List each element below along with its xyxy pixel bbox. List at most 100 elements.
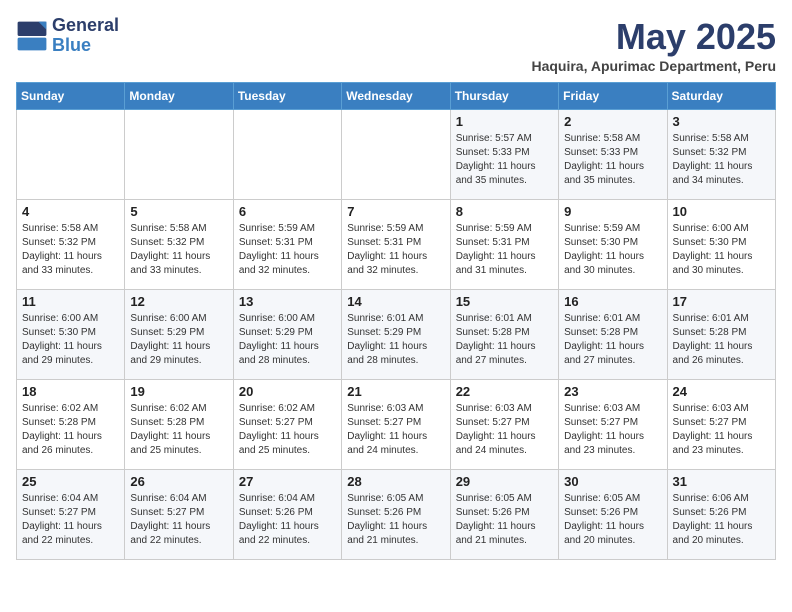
day-info: Sunrise: 6:04 AMSunset: 5:27 PMDaylight:… — [22, 492, 119, 548]
page-header: General Blue May 2025 Haquira, Apurimac … — [16, 16, 776, 74]
logo: General Blue — [16, 16, 119, 56]
day-info: Sunrise: 6:04 AMSunset: 5:26 PMDaylight:… — [239, 492, 336, 548]
day-number: 4 — [22, 204, 119, 219]
calendar-cell: 5 Sunrise: 5:58 AMSunset: 5:32 PMDaylight… — [125, 200, 233, 290]
calendar-cell: 17 Sunrise: 6:01 AMSunset: 5:28 PMDayligh… — [667, 290, 775, 380]
calendar-cell: 21 Sunrise: 6:03 AMSunset: 5:27 PMDayligh… — [342, 380, 450, 470]
day-number: 21 — [347, 384, 444, 399]
day-number: 31 — [673, 474, 770, 489]
calendar-cell: 27Sunrise: 6:04 AMSunset: 5:26 PMDayligh… — [233, 470, 341, 560]
day-info: Sunrise: 6:03 AMSunset: 5:27 PMDaylight:… — [456, 402, 553, 458]
calendar-cell — [17, 110, 125, 200]
day-number: 20 — [239, 384, 336, 399]
calendar-cell: 19 Sunrise: 6:02 AMSunset: 5:28 PMDayligh… — [125, 380, 233, 470]
weekday-header-saturday: Saturday — [667, 83, 775, 110]
calendar-cell: 25 Sunrise: 6:04 AMSunset: 5:27 PMDayligh… — [17, 470, 125, 560]
calendar-cell: 11 Sunrise: 6:00 AMSunset: 5:30 PMDayligh… — [17, 290, 125, 380]
day-info: Sunrise: 6:01 AMSunset: 5:28 PMDaylight:… — [564, 312, 661, 368]
day-info: Sunrise: 5:59 AMSunset: 5:31 PMDaylight:… — [456, 222, 553, 278]
week-row-3: 11 Sunrise: 6:00 AMSunset: 5:30 PMDayligh… — [17, 290, 776, 380]
calendar-cell: 29 Sunrise: 6:05 AMSunset: 5:26 PMDayligh… — [450, 470, 558, 560]
month-title: May 2025 — [531, 16, 776, 58]
day-number: 17 — [673, 294, 770, 309]
day-number: 5 — [130, 204, 227, 219]
week-row-5: 25 Sunrise: 6:04 AMSunset: 5:27 PMDayligh… — [17, 470, 776, 560]
calendar-cell: 14Sunrise: 6:01 AMSunset: 5:29 PMDayligh… — [342, 290, 450, 380]
day-number: 16 — [564, 294, 661, 309]
day-info: Sunrise: 6:01 AMSunset: 5:28 PMDaylight:… — [673, 312, 770, 368]
week-row-2: 4 Sunrise: 5:58 AMSunset: 5:32 PMDaylight… — [17, 200, 776, 290]
day-info: Sunrise: 6:04 AMSunset: 5:27 PMDaylight:… — [130, 492, 227, 548]
weekday-header-monday: Monday — [125, 83, 233, 110]
day-number: 11 — [22, 294, 119, 309]
calendar-cell — [342, 110, 450, 200]
day-number: 29 — [456, 474, 553, 489]
day-number: 10 — [673, 204, 770, 219]
day-number: 18 — [22, 384, 119, 399]
day-number: 23 — [564, 384, 661, 399]
day-info: Sunrise: 5:59 AMSunset: 5:31 PMDaylight:… — [347, 222, 444, 278]
day-number: 26 — [130, 474, 227, 489]
weekday-header-tuesday: Tuesday — [233, 83, 341, 110]
day-info: Sunrise: 6:00 AMSunset: 5:30 PMDaylight:… — [673, 222, 770, 278]
calendar-cell: 18 Sunrise: 6:02 AMSunset: 5:28 PMDayligh… — [17, 380, 125, 470]
day-info: Sunrise: 6:01 AMSunset: 5:28 PMDaylight:… — [456, 312, 553, 368]
calendar-cell: 1 Sunrise: 5:57 AMSunset: 5:33 PMDaylight… — [450, 110, 558, 200]
calendar-cell: 12 Sunrise: 6:00 AMSunset: 5:29 PMDayligh… — [125, 290, 233, 380]
calendar-cell: 13 Sunrise: 6:00 AMSunset: 5:29 PMDayligh… — [233, 290, 341, 380]
day-number: 7 — [347, 204, 444, 219]
weekday-header-thursday: Thursday — [450, 83, 558, 110]
day-number: 19 — [130, 384, 227, 399]
day-info: Sunrise: 6:02 AMSunset: 5:27 PMDaylight:… — [239, 402, 336, 458]
day-number: 9 — [564, 204, 661, 219]
day-info: Sunrise: 6:05 AMSunset: 5:26 PMDaylight:… — [564, 492, 661, 548]
week-row-1: 1 Sunrise: 5:57 AMSunset: 5:33 PMDaylight… — [17, 110, 776, 200]
day-info: Sunrise: 6:02 AMSunset: 5:28 PMDaylight:… — [130, 402, 227, 458]
calendar-cell: 15 Sunrise: 6:01 AMSunset: 5:28 PMDayligh… — [450, 290, 558, 380]
day-number: 25 — [22, 474, 119, 489]
day-info: Sunrise: 6:02 AMSunset: 5:28 PMDaylight:… — [22, 402, 119, 458]
day-info: Sunrise: 5:58 AMSunset: 5:32 PMDaylight:… — [22, 222, 119, 278]
day-info: Sunrise: 6:03 AMSunset: 5:27 PMDaylight:… — [673, 402, 770, 458]
day-info: Sunrise: 6:05 AMSunset: 5:26 PMDaylight:… — [347, 492, 444, 548]
day-info: Sunrise: 6:00 AMSunset: 5:29 PMDaylight:… — [239, 312, 336, 368]
day-number: 15 — [456, 294, 553, 309]
day-info: Sunrise: 5:58 AMSunset: 5:32 PMDaylight:… — [130, 222, 227, 278]
day-info: Sunrise: 6:03 AMSunset: 5:27 PMDaylight:… — [347, 402, 444, 458]
day-info: Sunrise: 6:05 AMSunset: 5:26 PMDaylight:… — [456, 492, 553, 548]
day-info: Sunrise: 6:00 AMSunset: 5:29 PMDaylight:… — [130, 312, 227, 368]
day-info: Sunrise: 5:59 AMSunset: 5:30 PMDaylight:… — [564, 222, 661, 278]
day-info: Sunrise: 5:57 AMSunset: 5:33 PMDaylight:… — [456, 132, 553, 188]
day-info: Sunrise: 5:58 AMSunset: 5:32 PMDaylight:… — [673, 132, 770, 188]
day-info: Sunrise: 5:58 AMSunset: 5:33 PMDaylight:… — [564, 132, 661, 188]
calendar-cell: 16 Sunrise: 6:01 AMSunset: 5:28 PMDayligh… — [559, 290, 667, 380]
day-number: 3 — [673, 114, 770, 129]
day-number: 13 — [239, 294, 336, 309]
day-info: Sunrise: 6:06 AMSunset: 5:26 PMDaylight:… — [673, 492, 770, 548]
day-number: 1 — [456, 114, 553, 129]
calendar-cell: 3 Sunrise: 5:58 AMSunset: 5:32 PMDaylight… — [667, 110, 775, 200]
logo-icon — [16, 20, 48, 52]
calendar-cell: 23 Sunrise: 6:03 AMSunset: 5:27 PMDayligh… — [559, 380, 667, 470]
day-info: Sunrise: 6:03 AMSunset: 5:27 PMDaylight:… — [564, 402, 661, 458]
calendar-cell: 8Sunrise: 5:59 AMSunset: 5:31 PMDaylight… — [450, 200, 558, 290]
calendar-cell: 10 Sunrise: 6:00 AMSunset: 5:30 PMDayligh… — [667, 200, 775, 290]
day-info: Sunrise: 6:00 AMSunset: 5:30 PMDaylight:… — [22, 312, 119, 368]
weekday-header-sunday: Sunday — [17, 83, 125, 110]
weekday-header-friday: Friday — [559, 83, 667, 110]
calendar-cell: 7 Sunrise: 5:59 AMSunset: 5:31 PMDaylight… — [342, 200, 450, 290]
calendar-cell — [233, 110, 341, 200]
calendar-cell: 9 Sunrise: 5:59 AMSunset: 5:30 PMDaylight… — [559, 200, 667, 290]
calendar-table: SundayMondayTuesdayWednesdayThursdayFrid… — [16, 82, 776, 560]
calendar-cell: 31 Sunrise: 6:06 AMSunset: 5:26 PMDayligh… — [667, 470, 775, 560]
calendar-cell: 20 Sunrise: 6:02 AMSunset: 5:27 PMDayligh… — [233, 380, 341, 470]
weekday-header-wednesday: Wednesday — [342, 83, 450, 110]
day-number: 6 — [239, 204, 336, 219]
day-number: 24 — [673, 384, 770, 399]
calendar-cell: 6Sunrise: 5:59 AMSunset: 5:31 PMDaylight… — [233, 200, 341, 290]
title-area: May 2025 Haquira, Apurimac Department, P… — [531, 16, 776, 74]
calendar-cell: 4 Sunrise: 5:58 AMSunset: 5:32 PMDaylight… — [17, 200, 125, 290]
day-number: 12 — [130, 294, 227, 309]
calendar-cell: 24 Sunrise: 6:03 AMSunset: 5:27 PMDayligh… — [667, 380, 775, 470]
day-number: 30 — [564, 474, 661, 489]
